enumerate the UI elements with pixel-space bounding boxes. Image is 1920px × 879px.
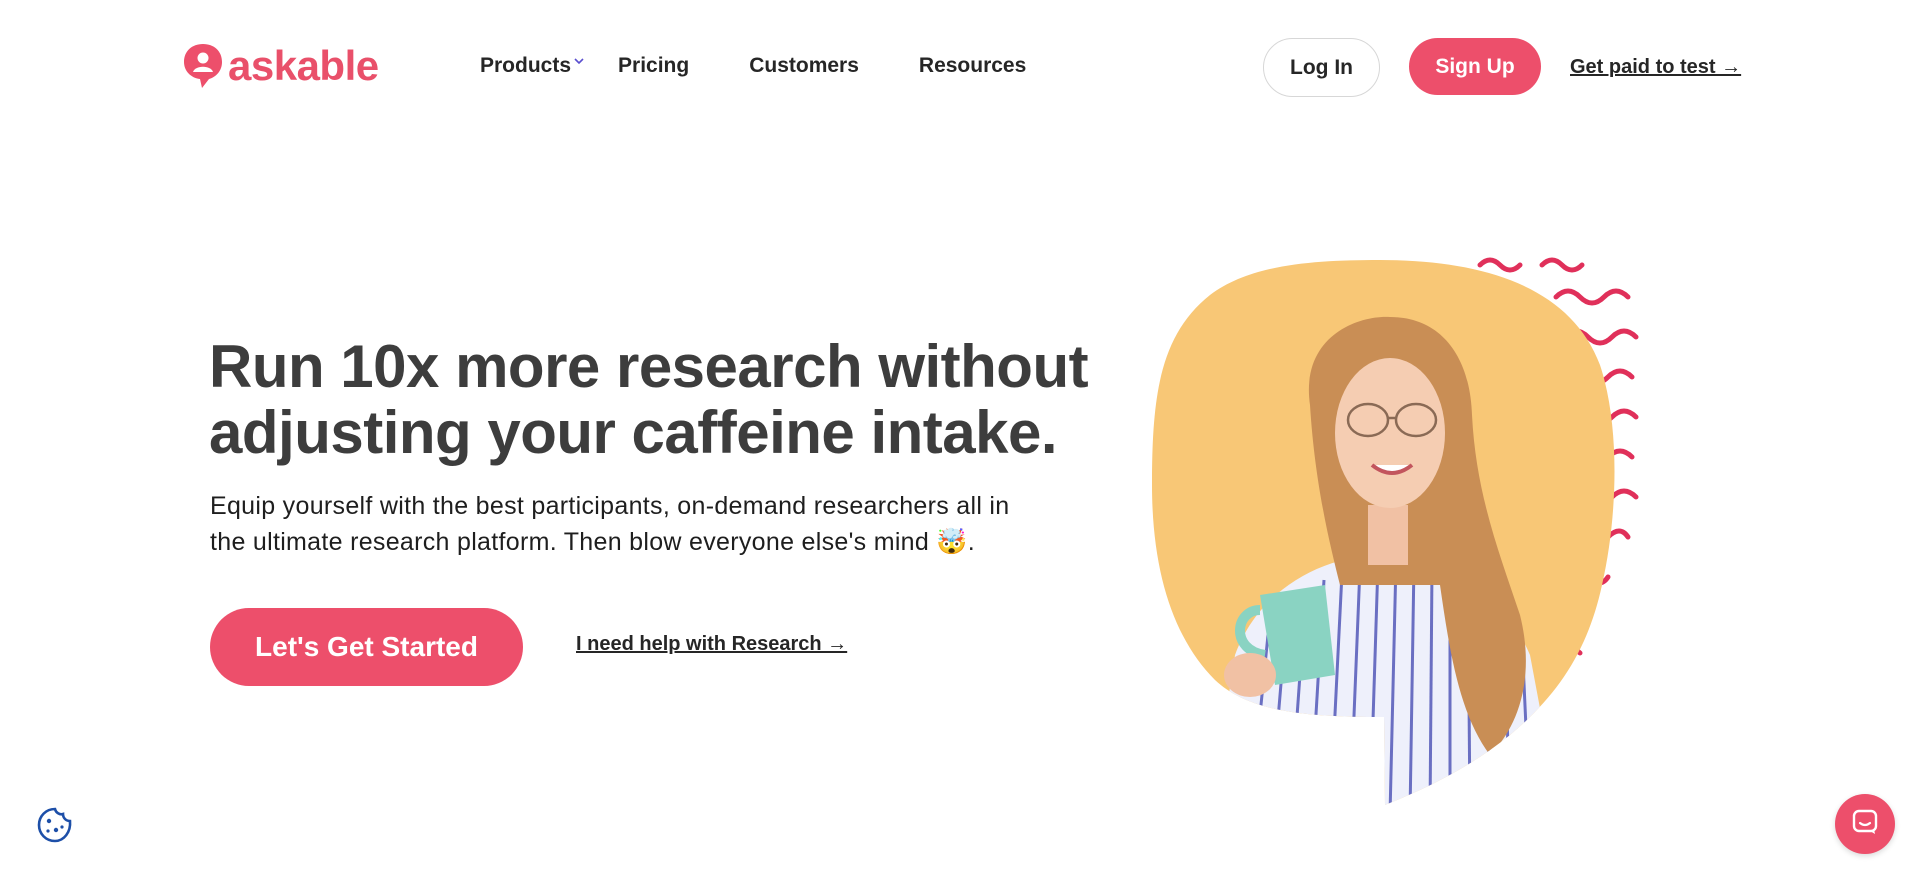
hero-title: Run 10x more research without adjusting …	[209, 334, 1109, 466]
login-button[interactable]: Log In	[1263, 38, 1380, 97]
hero-subtitle-line-2: the ultimate research platform. Then blo…	[210, 528, 976, 556]
site-header: askable Products Pricing Customers Resou…	[0, 0, 1920, 140]
nav-products-label: Products	[480, 54, 572, 77]
nav-customers-label: Customers	[749, 54, 859, 77]
cookie-settings-button[interactable]	[36, 806, 74, 844]
get-paid-link[interactable]: Get paid to test →	[1570, 56, 1741, 79]
research-help-link[interactable]: I need help with Research →	[576, 633, 847, 656]
hero-subtitle: Equip yourself with the best participant…	[210, 488, 1090, 560]
chevron-down-icon	[574, 56, 584, 68]
chat-icon	[1851, 808, 1879, 841]
nav-pricing[interactable]: Pricing	[618, 54, 689, 78]
signup-button[interactable]: Sign Up	[1409, 38, 1541, 95]
nav-pricing-label: Pricing	[618, 54, 690, 77]
nav-resources-label: Resources	[918, 54, 1027, 77]
hero-title-line-1: Run 10x more research without	[209, 333, 1089, 400]
woman-with-mug-photo	[1152, 260, 1615, 805]
askable-logo-icon	[184, 44, 222, 88]
get-started-button[interactable]: Let's Get Started	[210, 608, 523, 686]
nav-resources[interactable]: Resources	[919, 54, 1026, 78]
hero-image	[1140, 255, 1680, 815]
askable-logo[interactable]: askable	[184, 44, 379, 88]
main-nav: Products Pricing Customers Resources	[480, 54, 1026, 78]
hero-subtitle-line-1: Equip yourself with the best participant…	[210, 492, 1010, 520]
hero-title-line-2: adjusting your caffeine intake.	[209, 399, 1058, 466]
nav-products[interactable]: Products	[480, 54, 584, 78]
nav-customers[interactable]: Customers	[749, 54, 859, 78]
cookie-icon	[36, 807, 74, 848]
chat-launcher-button[interactable]	[1835, 794, 1895, 854]
logo-text: askable	[228, 42, 379, 89]
